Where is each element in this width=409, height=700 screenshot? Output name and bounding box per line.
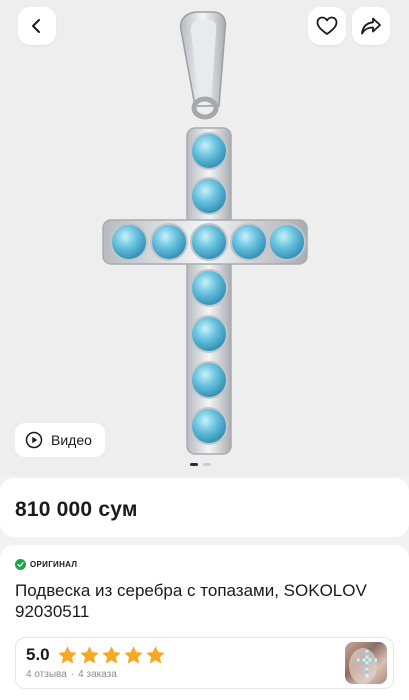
cross-pendant-image xyxy=(102,11,308,455)
back-button[interactable] xyxy=(18,7,56,45)
rating-meta: 4 отзыва · 4 заказа xyxy=(26,669,383,680)
price-card: 810 000 сум xyxy=(0,478,409,537)
meta-separator: · xyxy=(70,669,75,680)
orders-count: 4 заказа xyxy=(78,669,117,680)
product-title: Подвеска из серебра с топазами, SOKOLOV … xyxy=(15,581,367,621)
chevron-left-icon xyxy=(32,19,40,33)
gallery-pagination xyxy=(190,463,211,466)
review-photo-image xyxy=(349,648,377,684)
star-icon xyxy=(102,646,120,663)
product-gallery[interactable]: Видео xyxy=(0,0,409,476)
badge-label: ОРИГИНАЛ xyxy=(30,560,78,569)
rating-stars xyxy=(58,646,165,665)
product-info-card: ОРИГИНАЛ Подвеска из серебра с топазами,… xyxy=(0,545,409,700)
original-badge: ОРИГИНАЛ xyxy=(15,559,394,570)
star-icon xyxy=(80,646,98,663)
heart-icon xyxy=(316,16,338,35)
star-icon xyxy=(124,646,142,663)
reviews-count[interactable]: 4 отзыва xyxy=(26,669,67,680)
product-price: 810 000 сум xyxy=(15,498,138,521)
video-button[interactable]: Видео xyxy=(15,423,105,457)
star-icon xyxy=(58,646,76,663)
share-button[interactable] xyxy=(352,7,390,45)
rating-value: 5.0 xyxy=(26,645,50,664)
verified-check-icon xyxy=(15,559,26,570)
play-icon xyxy=(25,431,43,449)
review-photo-thumbnail[interactable] xyxy=(345,642,387,684)
star-icon xyxy=(146,646,164,663)
rating-summary[interactable]: 5.0 4 отзыва · 4 заказа xyxy=(15,637,394,689)
pagination-dot xyxy=(203,463,211,466)
video-label: Видео xyxy=(51,432,92,448)
share-arrow-icon xyxy=(361,17,381,35)
pagination-dot-active xyxy=(190,463,198,466)
